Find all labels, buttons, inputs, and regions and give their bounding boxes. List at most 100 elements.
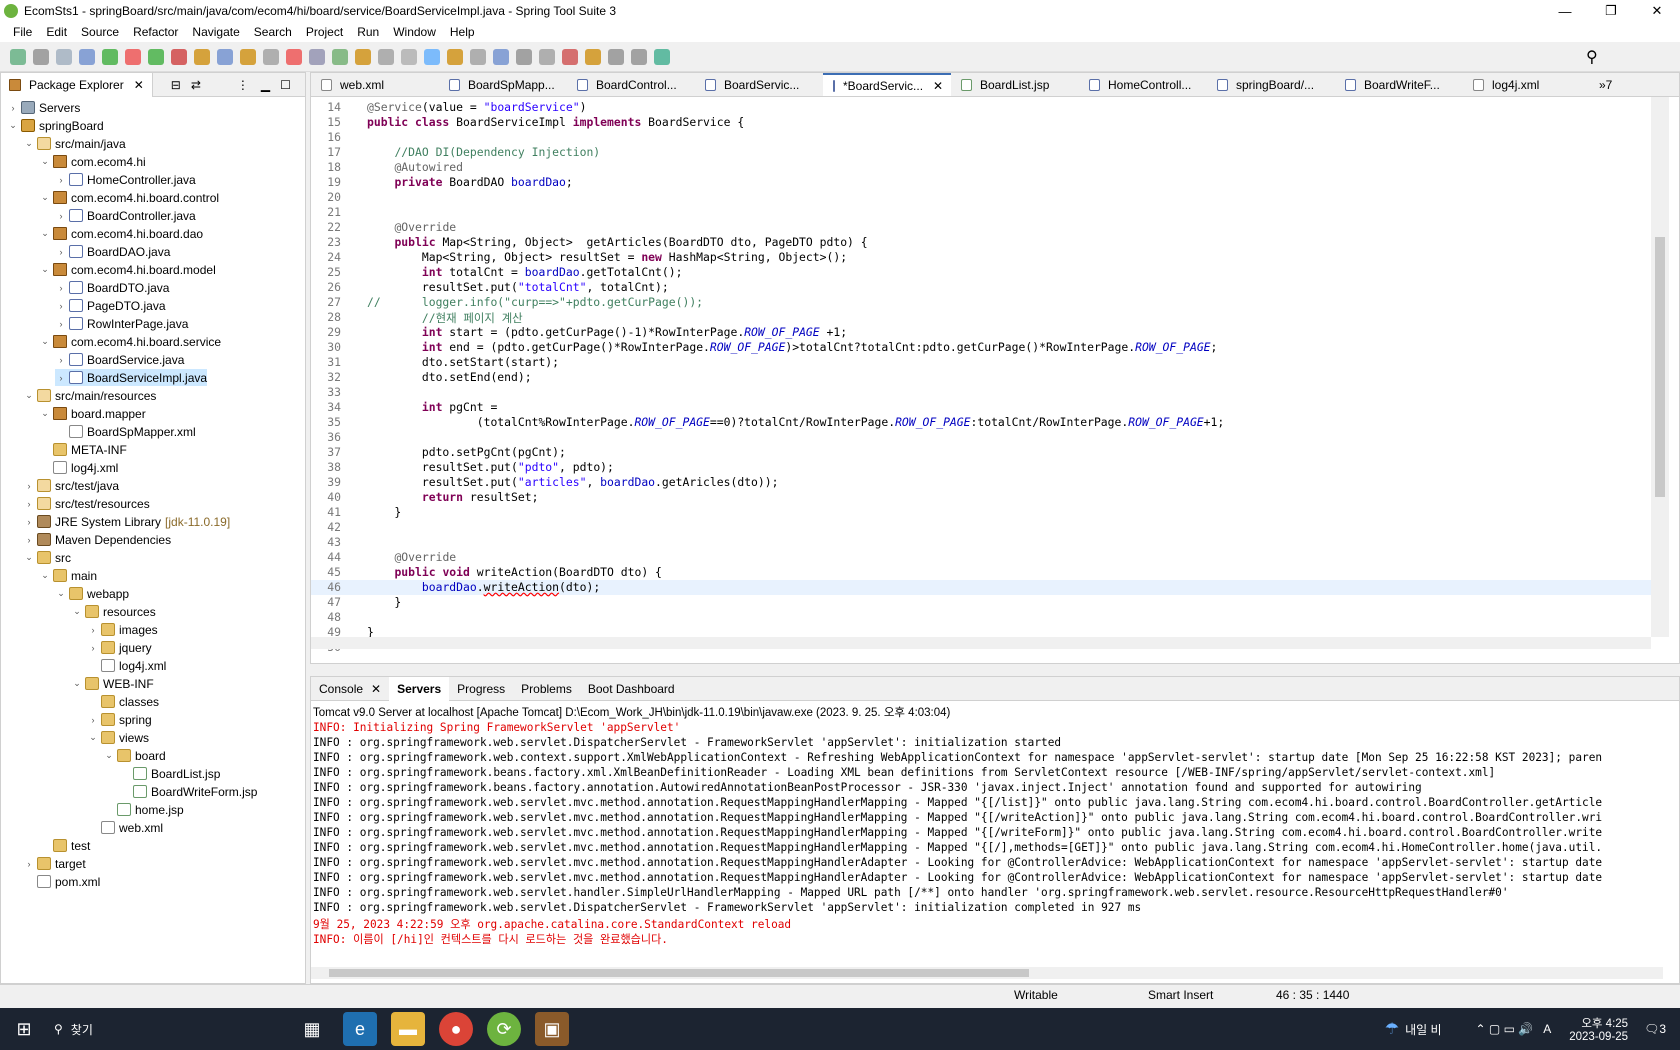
tree-item[interactable]: ⌄ WEB-INF [71,675,153,692]
tree-item[interactable]: › PageDTO.java [55,297,166,314]
gutter[interactable] [343,505,357,520]
toolbar-button-icon[interactable] [56,48,72,65]
console-tab-servers[interactable]: Servers [389,676,450,701]
expand-toggle-icon[interactable]: › [23,535,35,545]
tree-item[interactable]: › jquery [87,639,152,656]
tree-item[interactable]: › BoardServiceImpl.java [55,369,208,386]
tree-item[interactable]: META-INF [39,441,127,458]
toolbar-button-icon[interactable] [217,48,233,65]
expand-toggle-icon[interactable]: › [87,715,99,725]
tree-item[interactable]: ⌄ board.mapper [39,405,146,422]
tree-item[interactable]: › spring [87,711,152,728]
tree-item[interactable]: ⌄ springBoard [7,117,104,134]
ime-indicator[interactable]: A [1543,1022,1551,1036]
code-line[interactable]: 24 Map<String, Object> resultSet = new H… [311,250,1651,265]
expand-toggle-icon[interactable]: › [55,319,67,329]
toolbar-button-icon[interactable] [447,48,463,65]
expand-toggle-icon[interactable]: › [23,481,35,491]
search-icon[interactable]: ⚲ [1586,47,1598,67]
expand-toggle-icon[interactable]: › [23,859,35,869]
tree-item[interactable]: ⌄ views [87,729,149,746]
tree-item[interactable]: ⌄ main [39,567,97,584]
tray-icons[interactable]: ⌃ ▢ ▭ 🔊 [1476,1022,1534,1036]
gutter[interactable] [343,190,357,205]
gutter[interactable] [343,280,357,295]
tree-item[interactable]: ⌄ com.ecom4.hi.board.model [39,261,216,278]
code-line[interactable]: 46 boardDao.writeAction(dto); [311,580,1651,595]
code-line[interactable]: 34 int pgCnt = [311,400,1651,415]
gutter[interactable] [343,295,357,310]
tree-item[interactable]: pom.xml [23,873,100,890]
tree-item[interactable]: ⌄ com.ecom4.hi.board.dao [39,225,203,242]
expand-toggle-icon[interactable]: › [55,373,67,383]
tree-item[interactable]: › src/test/java [23,477,120,494]
expand-toggle-icon[interactable]: › [55,175,67,185]
code-line[interactable]: 38 resultSet.put("pdto", pdto); [311,460,1651,475]
tree-item[interactable]: › images [87,621,158,638]
gutter[interactable] [343,265,357,280]
expand-toggle-icon[interactable]: ⌄ [71,606,83,617]
close-button[interactable]: ✕ [1634,0,1680,22]
code-line[interactable]: 41 } [311,505,1651,520]
toolbar-button-icon[interactable] [125,48,141,65]
expand-toggle-icon[interactable]: › [55,283,67,293]
tree-item[interactable]: › BoardController.java [55,207,196,224]
expand-toggle-icon[interactable]: ⌄ [87,732,99,743]
gutter[interactable] [343,550,357,565]
expand-toggle-icon[interactable]: ⌄ [7,120,19,131]
toolbar-button-icon[interactable] [10,48,26,65]
toolbar-button-icon[interactable] [286,48,302,65]
editor-tab[interactable]: web.xml [311,73,439,96]
tree-item[interactable]: › HomeController.java [55,171,196,188]
tree-item[interactable]: ⌄ com.ecom4.hi.board.service [39,333,221,350]
expand-toggle-icon[interactable]: ⌄ [23,390,35,401]
gutter[interactable] [343,340,357,355]
gutter[interactable] [343,490,357,505]
file-explorer-icon[interactable]: ▬ [391,1012,425,1046]
editor-tab[interactable]: BoardWriteF... [1335,73,1463,96]
code-line[interactable]: 20 [311,190,1651,205]
expand-toggle-icon[interactable]: ⌄ [55,588,67,599]
menu-project[interactable]: Project [299,25,350,39]
tree-item[interactable]: classes [87,693,159,710]
toolbar-button-icon[interactable] [194,48,210,65]
horizontal-scrollbar[interactable] [311,637,1651,649]
gutter[interactable] [343,160,357,175]
toolbar-button-icon[interactable] [355,48,371,65]
code-line[interactable]: 19 private BoardDAO boardDao; [311,175,1651,190]
gutter[interactable] [343,520,357,535]
toolbar-button-icon[interactable] [378,48,394,65]
gutter[interactable] [343,145,357,160]
vertical-scrollbar[interactable] [1651,97,1669,637]
view-menu-icon[interactable]: ⋮ [237,78,249,92]
edge-icon[interactable]: e [343,1012,377,1046]
minimize-button[interactable]: — [1542,0,1588,22]
console-horizontal-scrollbar[interactable] [311,967,1663,979]
tree-item[interactable]: › JRE System Library [jdk-11.0.19] [23,513,231,530]
menu-refactor[interactable]: Refactor [126,25,185,39]
code-line[interactable]: 15 public class BoardServiceImpl implemen… [311,115,1651,130]
code-line[interactable]: 37 pdto.setPgCnt(pgCnt); [311,445,1651,460]
gutter[interactable] [343,430,357,445]
tree-item[interactable]: home.jsp [103,801,184,818]
expand-toggle-icon[interactable]: › [7,103,19,113]
code-line[interactable]: 18 @Autowired [311,160,1651,175]
console-tab-boot-dashboard[interactable]: Boot Dashboard [580,677,683,701]
editor-tab[interactable]: BoardList.jsp [951,73,1079,96]
toolbar-button-icon[interactable] [424,48,440,65]
code-line[interactable]: 16 [311,130,1651,145]
code-line[interactable]: 26 resultSet.put("totalCnt", totalCnt); [311,280,1651,295]
toolbar-button-icon[interactable] [309,48,325,65]
tree-item[interactable]: ⌄ webapp [55,585,129,602]
expand-toggle-icon[interactable]: › [23,499,35,509]
toolbar-button-icon[interactable] [493,48,509,65]
editor-tab[interactable]: HomeControll... [1079,73,1207,96]
toolbar-button-icon[interactable] [102,48,118,65]
tree-item[interactable]: BoardList.jsp [119,765,220,782]
expand-toggle-icon[interactable]: ⌄ [39,336,51,347]
gutter[interactable] [343,535,357,550]
code-line[interactable]: 25 int totalCnt = boardDao.getTotalCnt()… [311,265,1651,280]
gutter[interactable] [343,580,357,595]
notification-icon[interactable]: 🗨3 [1644,1022,1666,1036]
toolbar-button-icon[interactable] [401,48,417,65]
